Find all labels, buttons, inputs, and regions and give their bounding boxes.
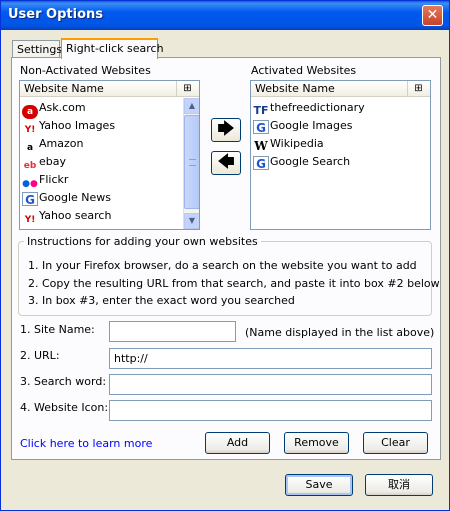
activate-button[interactable]: 🡆 (211, 118, 241, 142)
list-item[interactable]: G Google Images (253, 117, 352, 135)
non-activated-list[interactable]: Website Name ⊞ a Ask.com Y! Yahoo Images a… (19, 80, 200, 230)
scroll-up-button[interactable]: ▲ (184, 98, 199, 114)
wikipedia-icon: W (254, 139, 268, 153)
search-word-label: 3. Search word: (20, 375, 107, 388)
google-icon: G (253, 156, 269, 171)
list-item[interactable]: ●●Flickr (22, 171, 68, 189)
website-icon-label: 4. Website Icon: (20, 401, 109, 414)
close-icon: ✕ (426, 7, 439, 23)
website-name-column-header[interactable]: Website Name (255, 82, 335, 95)
url-label: 2. URL: (20, 349, 60, 362)
list-item[interactable]: W Wikipedia (253, 135, 323, 153)
list-item[interactable]: G Google News (22, 189, 111, 207)
instruction-step: 3. In box #3, enter the exact word you s… (28, 294, 295, 307)
non-activated-label: Non-Activated Websites (20, 64, 151, 77)
arrow-left-icon: 🡄 (217, 152, 235, 172)
list-item[interactable]: eb ebay (22, 153, 66, 171)
tab-right-click-search[interactable]: Right-click search (61, 38, 164, 59)
website-name-column-header[interactable]: Website Name (24, 82, 104, 95)
scroll-thumb[interactable] (184, 115, 199, 209)
user-options-dialog: User Options ✕ Settings Right-click sear… (0, 0, 450, 511)
deactivate-button[interactable]: 🡄 (211, 151, 241, 175)
non-activated-scrollbar[interactable]: ▲ ▼ (183, 98, 199, 229)
list-item[interactable]: G Google Search (253, 153, 350, 171)
list-item[interactable]: a Amazon (22, 135, 84, 153)
title-bar[interactable]: User Options ✕ (1, 1, 449, 30)
activated-list-header: Website Name ⊞ (251, 81, 430, 97)
list-item[interactable]: TFthefreedictionary (253, 99, 364, 117)
close-button[interactable]: ✕ (422, 5, 443, 26)
add-button[interactable]: Add (205, 432, 270, 454)
url-input[interactable] (109, 348, 432, 369)
list-item[interactable]: Y! Yahoo search (22, 207, 112, 225)
column-picker-icon[interactable]: ⊞ (407, 81, 429, 96)
column-picker-icon[interactable]: ⊞ (176, 81, 198, 96)
scroll-down-button[interactable]: ▼ (184, 213, 199, 229)
scroll-grip-icon (189, 159, 196, 166)
search-word-input[interactable] (109, 374, 432, 395)
tab-right-click-search-label: Right-click search (66, 42, 164, 55)
yahoo-icon: Y! (24, 215, 36, 225)
learn-more-link[interactable]: Click here to learn more (20, 437, 152, 450)
cancel-button[interactable]: 取消 (365, 474, 433, 496)
list-item[interactable]: Y! Yahoo Images (22, 117, 115, 135)
list-item[interactable]: a Ask.com (22, 99, 86, 119)
instruction-step: 1. In your Firefox browser, do a search … (28, 259, 417, 272)
thefreedictionary-icon: TF (253, 104, 269, 117)
activated-list[interactable]: Website Name ⊞ TFthefreedictionary G Goog… (250, 80, 431, 230)
arrow-right-icon: 🡆 (217, 119, 235, 139)
save-button[interactable]: Save (285, 474, 353, 496)
google-icon: G (253, 120, 269, 135)
site-name-input[interactable] (109, 321, 236, 342)
remove-button[interactable]: Remove (284, 432, 349, 454)
site-name-label: 1. Site Name: (20, 323, 95, 336)
instructions-title: Instructions for adding your own website… (24, 235, 261, 248)
chevron-up-icon: ▲ (188, 101, 196, 110)
window-title: User Options (8, 7, 103, 22)
non-activated-list-header: Website Name ⊞ (20, 81, 199, 97)
site-name-note: (Name displayed in the list above) (245, 326, 435, 339)
clear-button[interactable]: Clear (363, 432, 428, 454)
chevron-down-icon: ▼ (188, 216, 196, 225)
tab-settings-label: Settings (17, 43, 63, 56)
tab-settings[interactable]: Settings (12, 40, 63, 58)
google-icon: G (22, 192, 38, 207)
instruction-step: 2. Copy the resulting URL from that sear… (28, 277, 440, 290)
website-icon-input[interactable] (109, 400, 432, 421)
activated-label: Activated Websites (251, 64, 357, 77)
